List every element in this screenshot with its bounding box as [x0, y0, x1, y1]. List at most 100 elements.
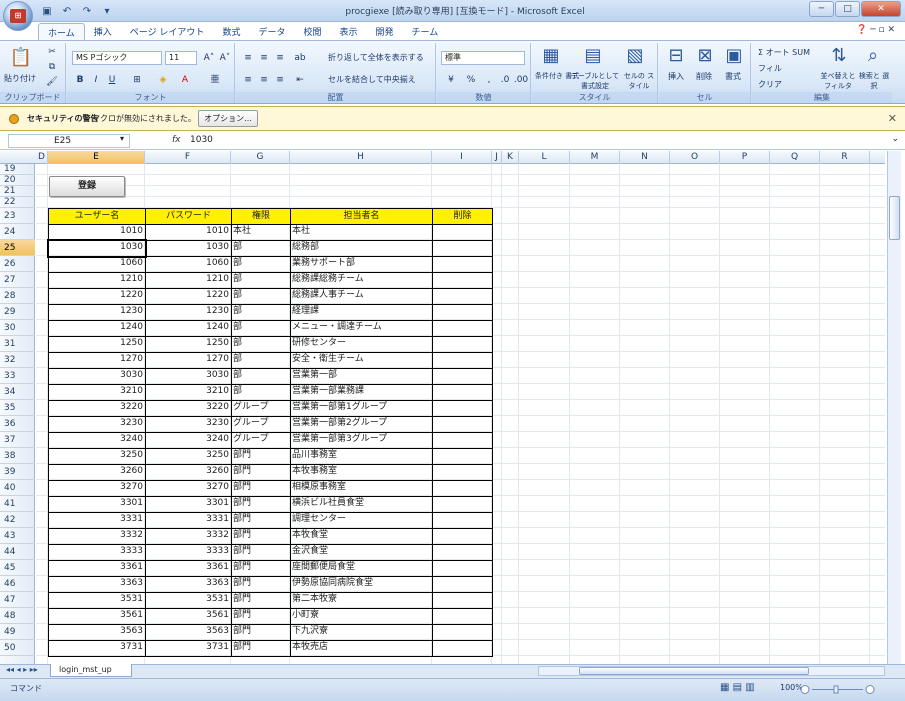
- column-header-k[interactable]: K: [502, 151, 519, 164]
- shrink-font-icon[interactable]: A˅: [217, 51, 233, 65]
- name-box-dropdown-icon[interactable]: ▾: [120, 134, 124, 143]
- redo-icon[interactable]: ↷: [78, 4, 96, 19]
- worksheet-grid[interactable]: ユーザー名 パスワード 権限 担当者名 削除 1010 1010 本社 本社 1030 1030 部総…: [36, 164, 885, 664]
- row-header[interactable]: 29: [0, 304, 35, 320]
- close-button[interactable]: ✕: [861, 1, 901, 17]
- align-bottom-icon[interactable]: ≡: [272, 51, 288, 65]
- column-header-i[interactable]: I: [432, 151, 492, 164]
- column-header-m[interactable]: M: [570, 151, 620, 164]
- view-buttons-icon[interactable]: ▦ ▤ ▥: [720, 682, 755, 693]
- row-header[interactable]: 37: [0, 432, 35, 448]
- format-painter-icon[interactable]: 🖌: [44, 75, 60, 89]
- column-header-r[interactable]: R: [820, 151, 870, 164]
- row-header[interactable]: 32: [0, 352, 35, 368]
- cell-style-button[interactable]: セルの スタイル: [622, 71, 656, 91]
- role-cell[interactable]: グループ: [233, 416, 288, 432]
- row-header[interactable]: 40: [0, 480, 35, 496]
- percent-icon[interactable]: %: [463, 73, 479, 87]
- row-header[interactable]: 48: [0, 608, 35, 624]
- register-button[interactable]: 登録: [49, 176, 125, 197]
- staff-name-cell[interactable]: 営業第一部: [292, 368, 430, 384]
- row-header[interactable]: 47: [0, 592, 35, 608]
- delete-cells-icon[interactable]: ⊠: [692, 45, 718, 67]
- password-cell[interactable]: 3030: [147, 368, 229, 384]
- paste-button[interactable]: 貼り付け: [4, 73, 36, 84]
- table-header-cell[interactable]: ユーザー名: [48, 208, 146, 225]
- staff-name-cell[interactable]: メニュー・調達チーム: [292, 320, 430, 336]
- staff-name-cell[interactable]: 品川事務室: [292, 448, 430, 464]
- staff-name-cell[interactable]: 本社: [292, 224, 430, 240]
- column-header-o[interactable]: O: [670, 151, 720, 164]
- merge-center-button[interactable]: セルを結合して中央揃え: [328, 74, 416, 85]
- security-options-button[interactable]: オプション...: [198, 110, 258, 127]
- staff-name-cell[interactable]: 研修センター: [292, 336, 430, 352]
- password-cell[interactable]: 1220: [147, 288, 229, 304]
- password-cell[interactable]: 3563: [147, 624, 229, 640]
- password-cell[interactable]: 3361: [147, 560, 229, 576]
- password-cell[interactable]: 3240: [147, 432, 229, 448]
- password-cell[interactable]: 1010: [147, 224, 229, 240]
- password-cell[interactable]: 1250: [147, 336, 229, 352]
- column-header-h[interactable]: H: [290, 151, 432, 164]
- undo-icon[interactable]: ↶: [58, 4, 76, 19]
- role-cell[interactable]: 部門: [233, 576, 288, 592]
- align-middle-icon[interactable]: ≡: [256, 51, 272, 65]
- grow-font-icon[interactable]: A˄: [201, 51, 217, 65]
- role-cell[interactable]: グループ: [233, 400, 288, 416]
- align-left-icon[interactable]: ≡: [240, 73, 256, 87]
- username-cell[interactable]: 3563: [50, 624, 143, 640]
- role-cell[interactable]: 部: [233, 240, 288, 256]
- maximize-button[interactable]: □: [835, 1, 860, 17]
- insert-cells-icon[interactable]: ⊟: [663, 45, 689, 67]
- decrease-decimal-icon[interactable]: .00: [513, 73, 529, 87]
- role-cell[interactable]: 部門: [233, 480, 288, 496]
- row-header[interactable]: 21: [0, 186, 35, 197]
- increase-decimal-icon[interactable]: .0: [497, 73, 513, 87]
- row-header[interactable]: 19: [0, 164, 35, 175]
- username-cell[interactable]: 3361: [50, 560, 143, 576]
- minimize-button[interactable]: ─: [809, 1, 834, 17]
- ribbon-tab[interactable]: 表示: [330, 23, 366, 40]
- table-header-cell[interactable]: 権限: [231, 208, 291, 225]
- close-icon[interactable]: ✕: [888, 112, 897, 125]
- wrap-text-button[interactable]: 折り返して全体を表示する: [328, 52, 424, 63]
- role-cell[interactable]: 部門: [233, 496, 288, 512]
- find-select-button[interactable]: 検索と 選択: [858, 71, 890, 91]
- align-right-icon[interactable]: ≡: [272, 73, 288, 87]
- column-header-d[interactable]: D: [36, 151, 48, 164]
- staff-name-cell[interactable]: 本牧事務室: [292, 464, 430, 480]
- number-format-dropdown[interactable]: 標準: [441, 51, 525, 65]
- row-header[interactable]: 36: [0, 416, 35, 432]
- row-header[interactable]: 28: [0, 288, 35, 304]
- horizontal-scroll-thumb[interactable]: [579, 667, 809, 675]
- staff-name-cell[interactable]: 第二本牧寮: [292, 592, 430, 608]
- row-header[interactable]: 44: [0, 544, 35, 560]
- row-header[interactable]: 23: [0, 208, 35, 224]
- column-header-j[interactable]: J: [492, 151, 502, 164]
- underline-icon[interactable]: U: [104, 73, 120, 87]
- column-header-f[interactable]: F: [145, 151, 231, 164]
- role-cell[interactable]: 部門: [233, 608, 288, 624]
- table-header-cell[interactable]: パスワード: [145, 208, 232, 225]
- sheet-nav-icon[interactable]: ◂◂ ◂ ▸ ▸▸: [6, 665, 38, 674]
- password-cell[interactable]: 1030: [147, 240, 229, 256]
- role-cell[interactable]: 部門: [233, 640, 288, 656]
- username-cell[interactable]: 3210: [50, 384, 143, 400]
- row-header[interactable]: 31: [0, 336, 35, 352]
- vertical-scrollbar[interactable]: [887, 151, 901, 664]
- orientation-icon[interactable]: ab: [292, 51, 308, 65]
- role-cell[interactable]: 部: [233, 288, 288, 304]
- font-name-dropdown[interactable]: MS Pゴシック: [72, 51, 162, 65]
- role-cell[interactable]: 部: [233, 384, 288, 400]
- username-cell[interactable]: 3332: [50, 528, 143, 544]
- ribbon-tab[interactable]: 数式: [213, 23, 249, 40]
- role-cell[interactable]: 部門: [233, 592, 288, 608]
- vertical-scroll-thumb[interactable]: [889, 196, 900, 240]
- username-cell[interactable]: 1250: [50, 336, 143, 352]
- role-cell[interactable]: 部門: [233, 464, 288, 480]
- staff-name-cell[interactable]: 横浜ビル社員食堂: [292, 496, 430, 512]
- staff-name-cell[interactable]: 総務課総務チーム: [292, 272, 430, 288]
- role-cell[interactable]: 部門: [233, 448, 288, 464]
- password-cell[interactable]: 3561: [147, 608, 229, 624]
- role-cell[interactable]: 部: [233, 320, 288, 336]
